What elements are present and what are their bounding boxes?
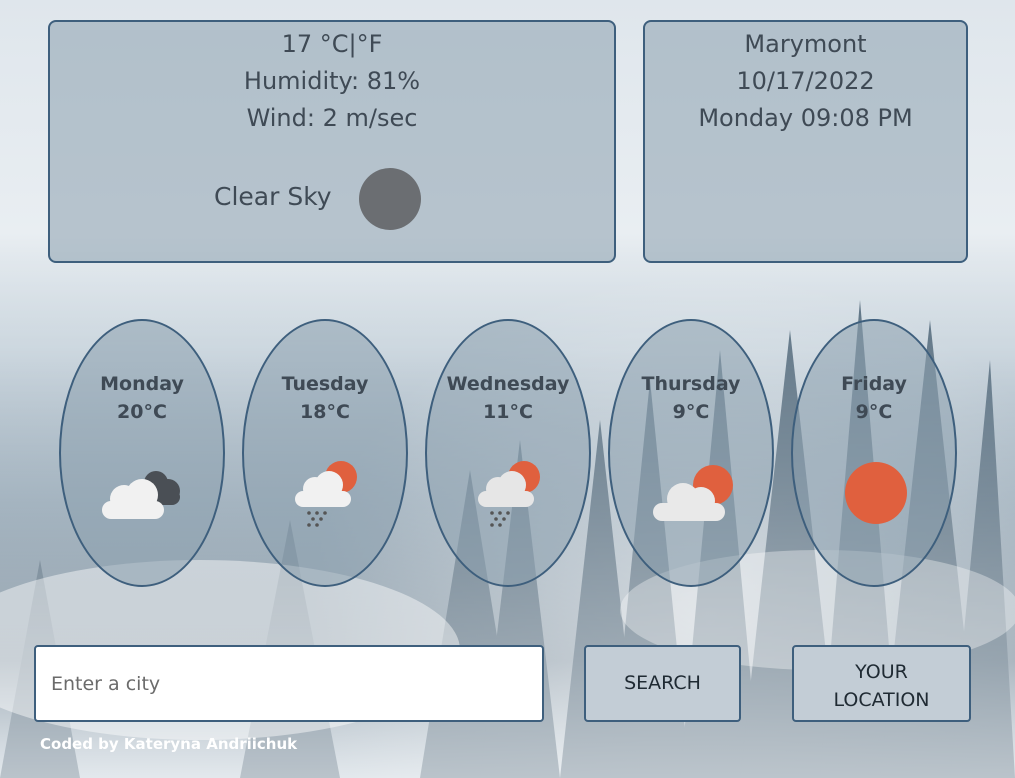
forecast-day-friday: Friday 9°C [791,319,957,587]
forecast-day-temp: 20°C [117,401,167,423]
day-time: Monday 09:08 PM [698,104,913,132]
fahrenheit-link[interactable]: °F [357,30,383,58]
wind-text: Wind: 2 m/sec [246,104,418,132]
forecast-day-wednesday: Wednesday 11°C [425,319,591,587]
cloud-sun-icon [653,465,733,521]
dark-clouds-icon [102,471,180,519]
rain-sun-cloud-icon [478,461,540,527]
location-card: Marymont 10/17/2022 Monday 09:08 PM [643,20,968,263]
temperature-value: 17 [281,30,313,58]
forecast-day-name: Wednesday [446,373,570,395]
forecast-day-temp: 9°C [855,401,893,423]
forecast-day-temp: 11°C [483,401,533,423]
footer-credit: Coded by Kateryna Andriichuk [40,735,298,753]
your-location-label-line2: LOCATION [833,689,930,711]
rain-sun-cloud-icon [295,461,357,527]
forecast-day-name: Monday [100,373,184,395]
your-location-button[interactable]: YOUR LOCATION [792,645,971,722]
current-temperature: 17 °C|°F [50,26,614,63]
celsius-link[interactable]: °C [320,30,349,58]
forecast-day-temp: 9°C [672,401,710,423]
city-search-input[interactable] [34,645,544,722]
moon-night-icon [359,168,421,230]
forecast-day-temp: 18°C [300,401,350,423]
weather-description: Clear Sky [214,182,332,211]
current-date: 10/17/2022 [736,67,875,95]
forecast-day-thursday: Thursday 9°C [608,319,774,587]
unit-separator: | [348,30,357,58]
forecast-day-tuesday: Tuesday 18°C [242,319,408,587]
your-location-label-line1: YOUR [855,661,908,683]
forecast-day-name: Thursday [641,373,741,395]
humidity-text: Humidity: 81% [243,67,421,95]
sun-icon [845,462,907,524]
city-name: Marymont [744,30,867,58]
current-weather-card: 17 °C|°F Humidity: 81% Wind: 2 m/sec Cle… [48,20,616,263]
search-button[interactable]: SEARCH [584,645,741,722]
forecast-day-name: Friday [841,373,907,395]
forecast-day-name: Tuesday [281,373,369,395]
forecast-day-monday: Monday 20°C [59,319,225,587]
